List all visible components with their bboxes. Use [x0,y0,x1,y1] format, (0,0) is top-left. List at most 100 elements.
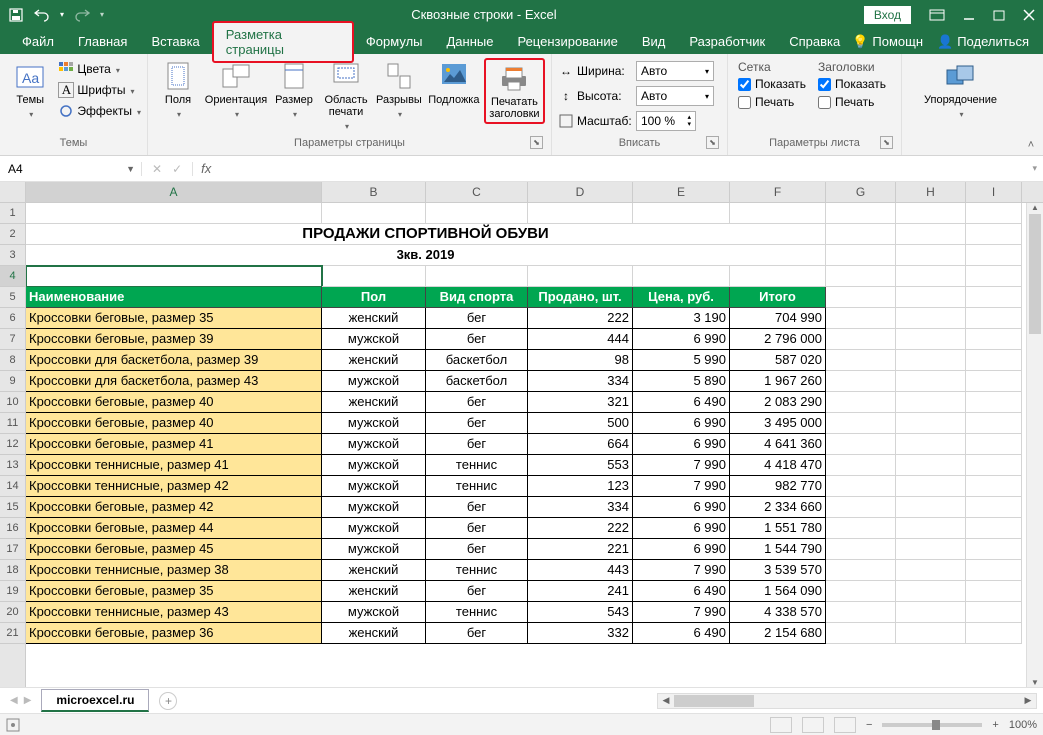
close-icon[interactable] [1023,9,1035,21]
cell[interactable]: бег [426,329,528,350]
cell[interactable]: 6 990 [633,413,730,434]
cell[interactable] [826,476,896,497]
qat-customize-icon[interactable]: ▾ [100,10,104,19]
breaks-button[interactable]: Разрывы [374,58,424,122]
cell[interactable] [633,266,730,287]
tab-help[interactable]: Справка [777,30,852,53]
cell[interactable] [826,602,896,623]
row-header[interactable]: 16 [0,518,25,539]
row-header[interactable]: 3 [0,245,25,266]
minimize-icon[interactable] [963,9,975,21]
vertical-scrollbar[interactable]: ▲ ▼ [1026,203,1043,687]
cell[interactable] [966,350,1022,371]
cell[interactable] [966,224,1022,245]
tab-developer[interactable]: Разработчик [677,30,777,53]
cell[interactable]: 5 890 [633,371,730,392]
sheet-nav-prev-icon[interactable]: ◀ [10,695,18,706]
tab-home[interactable]: Главная [66,30,139,53]
cell[interactable]: 222 [528,518,633,539]
zoom-slider[interactable] [882,723,982,727]
cell[interactable]: Пол [322,287,426,308]
scale-dialog-launcher[interactable]: ⬊ [706,136,719,149]
cell[interactable]: мужской [322,539,426,560]
cell[interactable]: Кроссовки теннисные, размер 38 [26,560,322,581]
cell[interactable]: 500 [528,413,633,434]
cell[interactable] [826,329,896,350]
tab-formulas[interactable]: Формулы [354,30,435,53]
tab-review[interactable]: Рецензирование [505,30,629,53]
row-header[interactable]: 9 [0,371,25,392]
cell[interactable] [966,413,1022,434]
cell[interactable]: 704 990 [730,308,826,329]
cell[interactable] [896,476,966,497]
add-sheet-button[interactable]: + [159,692,177,710]
row-header[interactable]: 7 [0,329,25,350]
scale-spinner[interactable]: 100 %▴▾ [636,111,696,131]
cell[interactable] [26,266,322,287]
cell[interactable] [966,392,1022,413]
cell[interactable]: 982 770 [730,476,826,497]
cell[interactable]: 332 [528,623,633,644]
row-header[interactable]: 17 [0,539,25,560]
cancel-formula-icon[interactable]: ✕ [152,162,162,176]
zoom-out-icon[interactable]: − [866,719,872,731]
cell[interactable] [826,224,896,245]
horizontal-scrollbar[interactable]: ◀ ▶ [657,693,1037,709]
cell[interactable] [966,560,1022,581]
cell[interactable]: теннис [426,602,528,623]
cell[interactable] [966,623,1022,644]
cell[interactable] [966,434,1022,455]
cell[interactable]: бег [426,434,528,455]
cell[interactable]: женский [322,308,426,329]
cell[interactable]: 3 539 570 [730,560,826,581]
cell[interactable]: 334 [528,497,633,518]
cell[interactable]: Кроссовки беговые, размер 42 [26,497,322,518]
cell[interactable]: мужской [322,434,426,455]
cell[interactable] [826,413,896,434]
row-header[interactable]: 10 [0,392,25,413]
cell[interactable] [896,224,966,245]
cell[interactable]: мужской [322,497,426,518]
cell[interactable]: 3 190 [633,308,730,329]
headings-print-check[interactable]: Печать [818,94,886,110]
row-header[interactable]: 14 [0,476,25,497]
cell[interactable]: Кроссовки беговые, размер 36 [26,623,322,644]
cell[interactable]: 7 990 [633,455,730,476]
cell[interactable] [826,455,896,476]
cell[interactable]: Кроссовки беговые, размер 40 [26,413,322,434]
size-button[interactable]: Размер [270,58,318,122]
cell[interactable]: мужской [322,602,426,623]
zoom-in-icon[interactable]: + [992,719,998,731]
cell[interactable]: баскетбол [426,371,528,392]
cell[interactable] [633,203,730,224]
name-box[interactable]: A4▼ [0,162,142,176]
tab-data[interactable]: Данные [435,30,506,53]
cell[interactable] [966,476,1022,497]
gridlines-show-check[interactable]: Показать [738,76,806,92]
cell[interactable]: бег [426,623,528,644]
cell[interactable]: 3кв. 2019 [26,245,826,266]
cell[interactable] [826,392,896,413]
scroll-right-icon[interactable]: ▶ [1020,695,1036,706]
tab-insert[interactable]: Вставка [139,30,211,53]
cell[interactable] [896,539,966,560]
col-header-I[interactable]: I [966,182,1022,202]
cell[interactable]: Кроссовки беговые, размер 44 [26,518,322,539]
row-header[interactable]: 20 [0,602,25,623]
cell[interactable] [322,266,426,287]
cell[interactable] [826,203,896,224]
cell[interactable] [426,203,528,224]
cell[interactable]: женский [322,560,426,581]
margins-button[interactable]: Поля [154,58,202,122]
share-button[interactable]: 👤Поделиться [937,34,1029,50]
cell[interactable]: Кроссовки беговые, размер 35 [26,308,322,329]
cell[interactable]: 444 [528,329,633,350]
cell[interactable]: Вид спорта [426,287,528,308]
cell[interactable] [426,266,528,287]
undo-icon[interactable] [34,7,50,23]
cell[interactable]: 1 564 090 [730,581,826,602]
height-combo[interactable]: Авто▾ [636,86,714,106]
cell[interactable]: 1 544 790 [730,539,826,560]
cell[interactable]: бег [426,392,528,413]
cell[interactable] [826,560,896,581]
